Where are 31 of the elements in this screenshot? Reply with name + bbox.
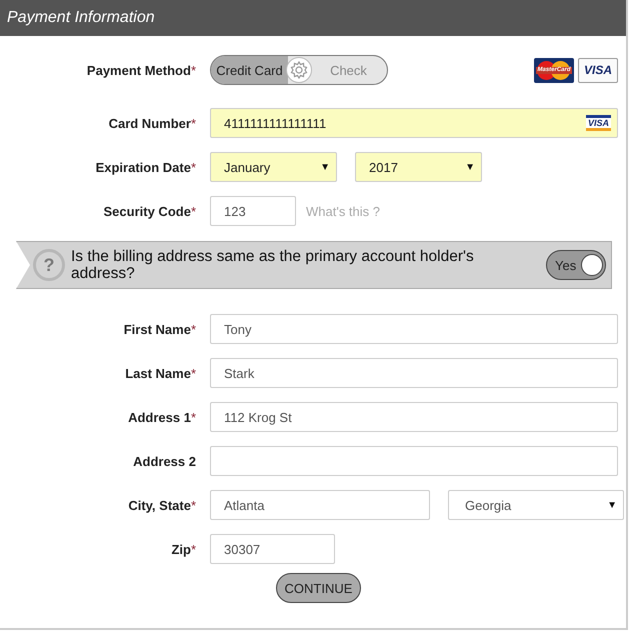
field-label: Payment Method* <box>86 62 196 78</box>
payment-method-switch[interactable]: Credit Card Check <box>210 55 388 85</box>
text-field[interactable]: Tony <box>210 314 618 344</box>
continue-button[interactable]: CONTINUE <box>276 573 361 603</box>
visa-logo: VISA <box>586 115 611 131</box>
card-number-field[interactable]: 4111111111111111 VISA <box>210 108 618 138</box>
payment-option[interactable]: Credit Card <box>211 56 288 84</box>
field-label: City, State* <box>127 498 196 512</box>
help-icon: ? <box>33 249 65 281</box>
field-label: Security Code* <box>102 204 196 218</box>
field-label: Last Name* <box>124 366 196 380</box>
gear-icon <box>286 57 312 83</box>
field-label: First Name* <box>122 322 196 336</box>
text-field[interactable] <box>210 446 618 476</box>
header-title: Payment Information <box>7 9 155 27</box>
select-field[interactable]: January ▼ <box>210 152 337 182</box>
state-select[interactable]: Georgia ▼ <box>448 490 624 520</box>
billing-question: Is the billing address same as the primary account holder's address? <box>71 248 475 282</box>
text-field[interactable]: Stark <box>210 358 618 388</box>
security-code-field[interactable]: 123 <box>210 196 296 226</box>
field-label: Address 1* <box>127 410 196 424</box>
field-label: Card Number* <box>108 116 196 130</box>
city-field[interactable]: Atlanta <box>210 490 430 520</box>
field-label: Address 2 <box>132 454 196 468</box>
field-label: Zip* <box>170 542 196 556</box>
field-label: Expiration Date* <box>94 160 196 174</box>
billing-toggle[interactable]: Yes <box>546 250 606 280</box>
text-field[interactable]: 112 Krog St <box>210 402 618 432</box>
zip-field[interactable]: 30307 <box>210 534 335 564</box>
select-field[interactable]: 2017 ▼ <box>355 152 482 182</box>
visa-logo: VISA <box>578 58 618 82</box>
